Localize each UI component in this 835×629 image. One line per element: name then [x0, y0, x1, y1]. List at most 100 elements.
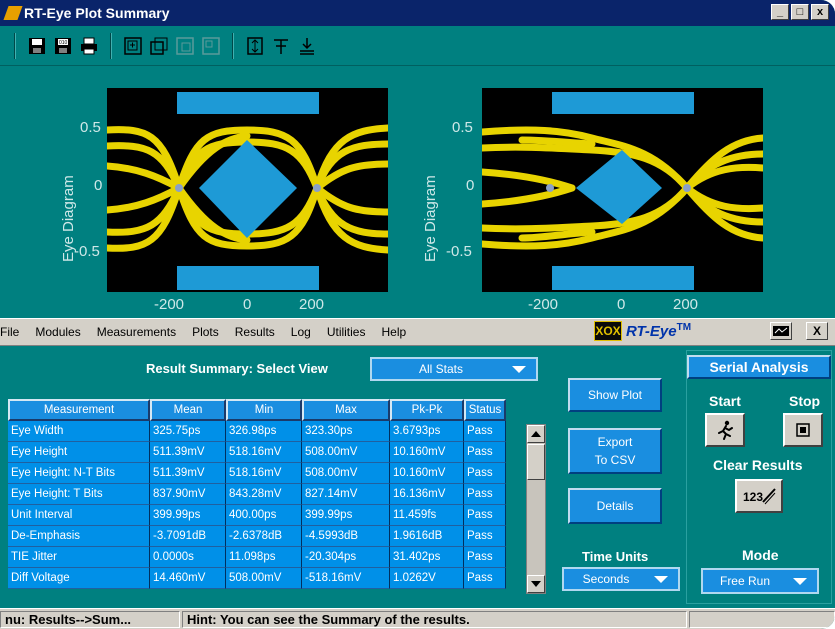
eye-diagram-plot[interactable]: [482, 88, 763, 292]
rt-eye-window: RT-Eye Plot Summary _ □ x 010 Eye Diagra…: [0, 0, 835, 629]
menu-utilities[interactable]: Utilities: [319, 325, 374, 339]
eye-diagram-plot[interactable]: [107, 88, 388, 292]
toolbar-separator: [110, 32, 112, 59]
mode-select[interactable]: Free Run: [701, 568, 819, 594]
running-man-icon: [718, 420, 733, 440]
table-row[interactable]: De-Emphasis -3.7091dB -2.6378dB -4.5993dB 1.…: [8, 526, 506, 547]
time-units-select[interactable]: Seconds: [562, 567, 680, 591]
start-button[interactable]: [705, 413, 745, 447]
toolbar-separator: [232, 32, 234, 59]
plot-area: Eye Diagram 0.5 0 -0.5 -200 0 200 Eye Di…: [0, 66, 835, 318]
export-csv-button[interactable]: Export To CSV: [568, 428, 662, 474]
brand: XOX RT-EyeTM: [594, 321, 691, 341]
table-scrollbar[interactable]: [526, 424, 546, 594]
table-cell: 508.00mV: [226, 568, 302, 589]
table-cell: 508.00mV: [302, 463, 390, 484]
scroll-up-icon[interactable]: [527, 425, 545, 443]
serial-analysis-title: Serial Analysis: [687, 355, 831, 379]
menu-file[interactable]: File: [0, 325, 27, 339]
x-tick: -200: [154, 296, 185, 313]
menu-help[interactable]: Help: [373, 325, 414, 339]
scrollbar-thumb[interactable]: [527, 444, 545, 480]
table-cell: -4.5993dB: [302, 526, 390, 547]
save-icon[interactable]: [26, 35, 48, 57]
table-cell: 323.30ps: [302, 421, 390, 442]
table-cell: 518.16mV: [226, 442, 302, 463]
table-cell: -2.6378dB: [226, 526, 302, 547]
stop-icon: [796, 423, 810, 437]
table-row[interactable]: Eye Height: N-T Bits 511.39mV 518.16mV 508.…: [8, 463, 506, 484]
clear-results-button[interactable]: 123: [735, 479, 783, 513]
menu-path-status: nu: Results-->Sum...: [0, 610, 180, 628]
zoom-in-icon[interactable]: [122, 35, 144, 57]
table-cell: 325.75ps: [150, 421, 226, 442]
y-axis-title: Eye Diagram: [422, 175, 439, 262]
table-row[interactable]: TIE Jitter 0.0000s 11.098ps -20.304ps 31.402…: [8, 547, 506, 568]
scroll-down-icon[interactable]: [527, 575, 545, 593]
column-header[interactable]: Pk-Pk: [390, 399, 464, 421]
zoom-out-icon[interactable]: [148, 35, 170, 57]
table-row[interactable]: Diff Voltage 14.460mV 508.00mV -518.16mV 1.0…: [8, 568, 506, 589]
table-cell: 16.136mV: [390, 484, 464, 505]
cursor-icon[interactable]: [244, 35, 266, 57]
stop-button[interactable]: [783, 413, 823, 447]
menu-log[interactable]: Log: [283, 325, 319, 339]
table-row[interactable]: Eye Height: T Bits 837.90mV 843.28mV 827.14…: [8, 484, 506, 505]
table-cell: 3.6793ps: [390, 421, 464, 442]
svg-text:010: 010: [59, 40, 68, 46]
menu-plots[interactable]: Plots: [184, 325, 227, 339]
status-empty-cell: [689, 610, 835, 628]
show-plot-button[interactable]: Show Plot: [568, 378, 662, 412]
print-icon[interactable]: [78, 35, 100, 57]
table-cell: 511.39mV: [150, 442, 226, 463]
baseline-icon[interactable]: [296, 35, 318, 57]
svg-text:123: 123: [743, 490, 763, 504]
trademark: TM: [676, 322, 692, 333]
chevron-down-icon: [512, 366, 526, 373]
table-row[interactable]: Eye Height 511.39mV 518.16mV 508.00mV 10.160…: [8, 442, 506, 463]
table-cell: 0.0000s: [150, 547, 226, 568]
minimize-button[interactable]: _: [771, 4, 789, 20]
view-select-value: All Stats: [418, 362, 463, 376]
table-cell: 399.99ps: [150, 505, 226, 526]
app-menu-icon[interactable]: [770, 322, 792, 340]
table-cell: 1.0262V: [390, 568, 464, 589]
menu-modules[interactable]: Modules: [27, 325, 88, 339]
details-button[interactable]: Details: [568, 488, 662, 524]
column-header[interactable]: Measurement: [8, 399, 150, 421]
marker-icon[interactable]: [270, 35, 292, 57]
eraser-icon: 123: [743, 488, 776, 505]
export-label: Export: [597, 435, 633, 449]
table-cell: Diff Voltage: [8, 568, 150, 589]
hint-status: Hint: You can see the Summary of the res…: [182, 610, 687, 628]
save-as-icon[interactable]: 010: [52, 35, 74, 57]
view-select[interactable]: All Stats: [370, 357, 538, 381]
column-header[interactable]: Status: [464, 399, 506, 421]
column-header[interactable]: Max: [302, 399, 390, 421]
x-tick: 0: [617, 296, 626, 313]
table-cell: 508.00mV: [302, 442, 390, 463]
table-cell: 511.39mV: [150, 463, 226, 484]
column-header[interactable]: Min: [226, 399, 302, 421]
panel-close-button[interactable]: X: [806, 322, 828, 340]
table-cell: Pass: [464, 547, 506, 568]
table-row[interactable]: Unit Interval 399.99ps 400.00ps 399.99ps 11.…: [8, 505, 506, 526]
brand-name-text: RT-Eye: [626, 323, 677, 340]
table-row[interactable]: Eye Width 325.75ps 326.98ps 323.30ps 3.6793p…: [8, 421, 506, 442]
clear-results-label: Clear Results: [713, 457, 803, 473]
table-cell: Eye Height: N-T Bits: [8, 463, 150, 484]
x-tick: 200: [299, 296, 325, 313]
table-cell: Pass: [464, 526, 506, 547]
close-button[interactable]: x: [811, 4, 829, 20]
table-cell: 11.098ps: [226, 547, 302, 568]
menu-measurements[interactable]: Measurements: [89, 325, 184, 339]
export-label-2: To CSV: [594, 453, 636, 467]
time-units-label: Time Units: [582, 549, 649, 564]
brand-name: RT-EyeTM: [626, 322, 691, 340]
column-header[interactable]: Mean: [150, 399, 226, 421]
toolbar-grip: [14, 32, 16, 59]
menu-results[interactable]: Results: [227, 325, 283, 339]
chevron-down-icon: [793, 578, 807, 585]
plot-toolbar: 010: [0, 26, 835, 66]
maximize-button[interactable]: □: [791, 4, 809, 20]
